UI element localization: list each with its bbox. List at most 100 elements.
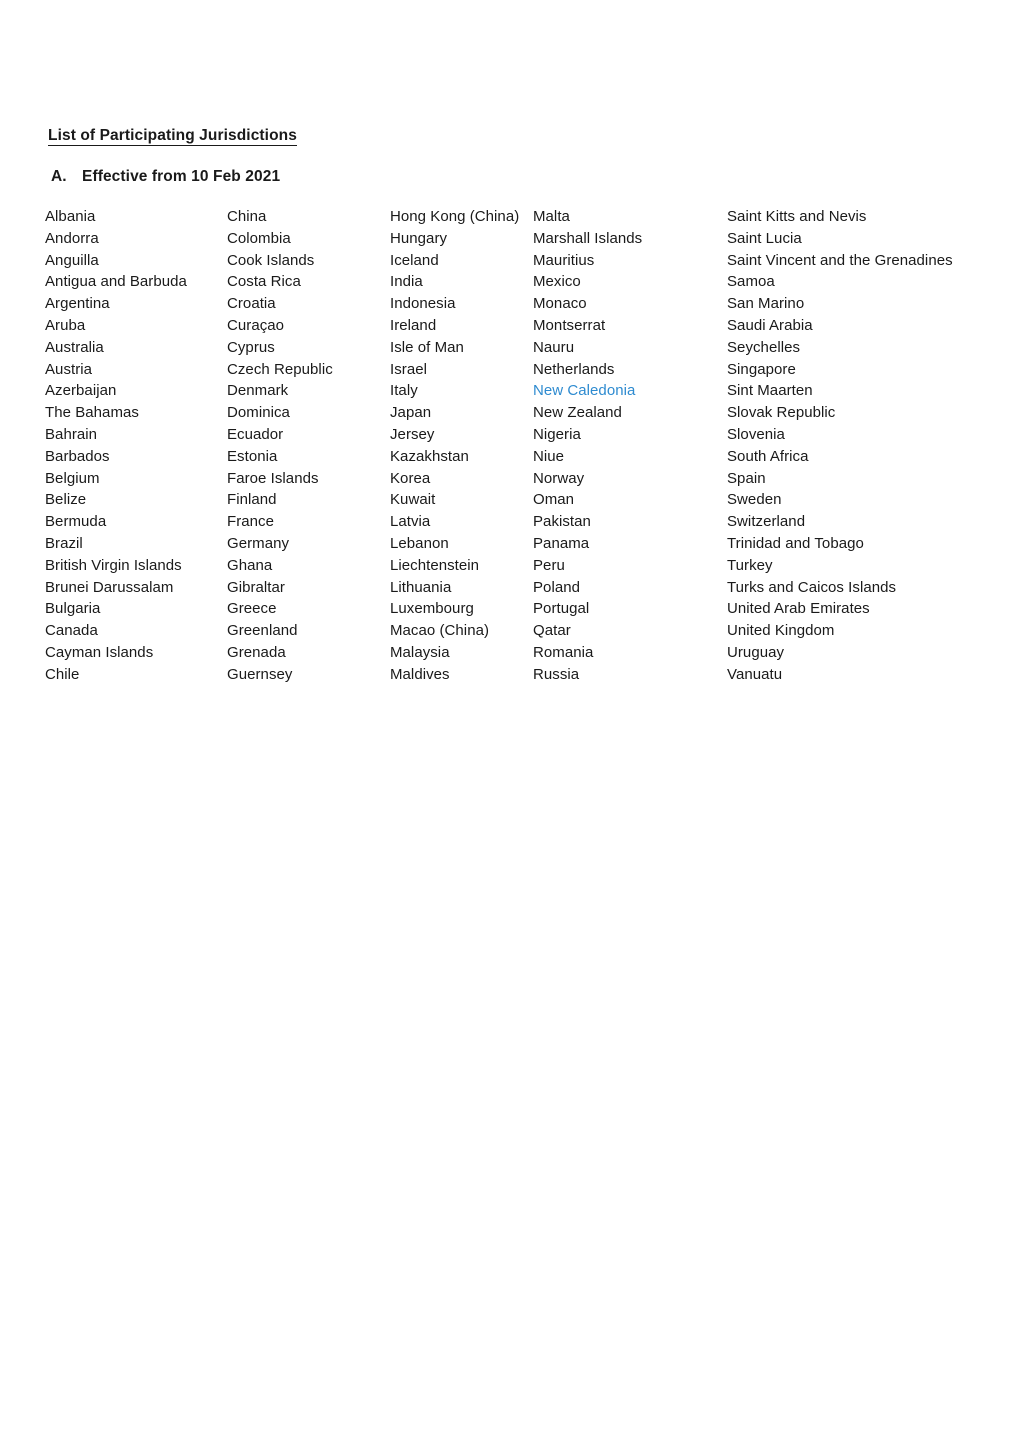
jurisdiction-name: Netherlands [533,360,615,378]
jurisdiction-name: Andorra [45,229,99,247]
jurisdiction-row: The Bahamas Dominica Japan New Zealand Slova… [45,402,1005,424]
jurisdiction-name: Cyprus [227,338,275,356]
jurisdiction-name: Isle of Man [390,338,464,356]
jurisdiction-row: Chile Guernsey Maldives Russia Vanuatu [45,664,1005,686]
jurisdiction-name: South Africa [727,447,809,465]
jurisdiction-name: Lebanon [390,534,449,552]
jurisdiction-name: Ecuador [227,425,284,443]
jurisdiction-name: United Arab Emirates [727,600,870,618]
jurisdiction-name: Luxembourg [390,600,474,618]
jurisdiction-name: Sweden [727,491,782,509]
jurisdiction-name: Mexico [533,273,581,291]
jurisdiction-name: Romania [533,643,594,661]
jurisdiction-name: Samoa [727,273,775,291]
jurisdiction-name: Faroe Islands [227,469,319,487]
jurisdiction-name: Singapore [727,360,796,378]
jurisdiction-name: New Caledonia [533,382,636,400]
jurisdiction-name: Bahrain [45,425,98,443]
jurisdiction-name: Niue [533,447,565,465]
jurisdiction-name: Korea [390,469,431,487]
jurisdiction-name: Saudi Arabia [727,316,813,334]
jurisdiction-name: Malaysia [390,643,450,661]
jurisdiction-name: Israel [390,360,427,378]
jurisdiction-row: Belize Finland Kuwait Oman Sweden [45,489,1005,511]
jurisdiction-name: Bermuda [45,513,107,531]
jurisdiction-name: Saint Kitts and Nevis [727,208,867,225]
jurisdiction-name: Belize [45,491,87,509]
jurisdiction-name: Turkey [727,556,773,574]
jurisdiction-list: Albania China Hong Kong (China) Malta Saint … [45,206,1005,686]
jurisdiction-row: Antigua and Barbuda Costa Rica India Mexico… [45,271,1005,293]
jurisdiction-name: China [227,208,267,225]
jurisdiction-name: Aruba [45,316,86,334]
jurisdiction-name: Ireland [390,316,437,334]
jurisdiction-name: The Bahamas [45,404,139,422]
jurisdiction-name: Switzerland [727,513,806,531]
jurisdiction-name: Indonesia [390,295,456,313]
jurisdiction-name: Denmark [227,382,289,400]
jurisdiction-name: Montserrat [533,316,606,334]
jurisdiction-name: Sint Maarten [727,382,813,400]
jurisdiction-row: Andorra Colombia Hungary Marshall Islands Sa… [45,228,1005,250]
jurisdiction-row: Bulgaria Greece Luxembourg Portugal United A… [45,598,1005,620]
jurisdiction-name: Bulgaria [45,600,101,618]
jurisdiction-name: Cook Islands [227,251,315,269]
jurisdiction-name: Norway [533,469,585,487]
jurisdiction-name: Estonia [227,447,278,465]
jurisdiction-row: Belgium Faroe Islands Korea Norway Spain [45,468,1005,490]
jurisdiction-name: Marshall Islands [533,229,643,247]
jurisdiction-name: Barbados [45,447,110,465]
jurisdiction-name: Qatar [533,622,571,640]
jurisdiction-name: Poland [533,578,581,596]
jurisdiction-name: Jersey [390,425,435,443]
jurisdiction-name: Croatia [227,295,276,313]
jurisdiction-name: Albania [45,208,96,225]
jurisdiction-name: Belgium [45,469,100,487]
jurisdiction-row: Bermuda France Latvia Pakistan Switzerland [45,511,1005,533]
jurisdiction-name: Portugal [533,600,590,618]
jurisdiction-name: Mauritius [533,251,595,269]
jurisdiction-row: Aruba Curaçao Ireland Montserrat Saudi Arabi… [45,315,1005,337]
jurisdiction-name: Latvia [390,513,431,531]
jurisdiction-name: Peru [533,556,565,574]
jurisdiction-name: Australia [45,338,104,356]
section-heading-text: Effective from 10 Feb 2021 [82,168,281,185]
page-title-text: List of Participating Jurisdictions [48,127,297,146]
section-marker: A. [51,168,67,185]
jurisdiction-name: India [390,273,423,291]
document-page: List of Participating Jurisdictions A. E… [0,0,1020,1442]
jurisdiction-name: New Zealand [533,404,622,422]
jurisdiction-name: Nigeria [533,425,581,443]
jurisdiction-name: Guernsey [227,665,293,683]
jurisdiction-name: Dominica [227,404,290,422]
jurisdiction-name: Malta [533,208,570,225]
jurisdiction-row: Cayman Islands Grenada Malaysia Romania Urug… [45,642,1005,664]
jurisdiction-name: Colombia [227,229,291,247]
jurisdiction-name: Finland [227,491,277,509]
jurisdiction-name: Nauru [533,338,575,356]
jurisdiction-name: Turks and Caicos Islands [727,578,897,596]
jurisdiction-row: Azerbaijan Denmark Italy New Caledonia Sint … [45,380,1005,402]
jurisdiction-name: Azerbaijan [45,382,117,400]
jurisdiction-name: British Virgin Islands [45,556,182,574]
jurisdiction-name: Cayman Islands [45,643,154,661]
jurisdiction-name: Grenada [227,643,286,661]
section-heading: A. Effective from 10 Feb 2021 [51,167,280,187]
jurisdiction-row: Brunei Darussalam Gibraltar Lithuania Polan… [45,577,1005,599]
jurisdiction-name: Hungary [390,229,448,247]
jurisdiction-name: Liechtenstein [390,556,480,574]
jurisdiction-name: Saint Vincent and the Grenadines [727,251,953,269]
jurisdiction-name: Canada [45,622,98,640]
jurisdiction-name: Austria [45,360,93,378]
jurisdiction-row: British Virgin Islands Ghana Liechtenstein… [45,555,1005,577]
jurisdiction-name: Saint Lucia [727,229,802,247]
jurisdiction-name: San Marino [727,295,805,313]
jurisdiction-name: Kazakhstan [390,447,469,465]
jurisdiction-name: United Kingdom [727,622,835,640]
page-title: List of Participating Jurisdictions [48,126,297,146]
jurisdiction-name: Chile [45,665,80,683]
jurisdiction-name: Antigua and Barbuda [45,273,187,291]
jurisdiction-row: Argentina Croatia Indonesia Monaco San Marin… [45,293,1005,315]
jurisdiction-name: Macao (China) [390,622,490,640]
jurisdiction-name: Italy [390,382,418,400]
